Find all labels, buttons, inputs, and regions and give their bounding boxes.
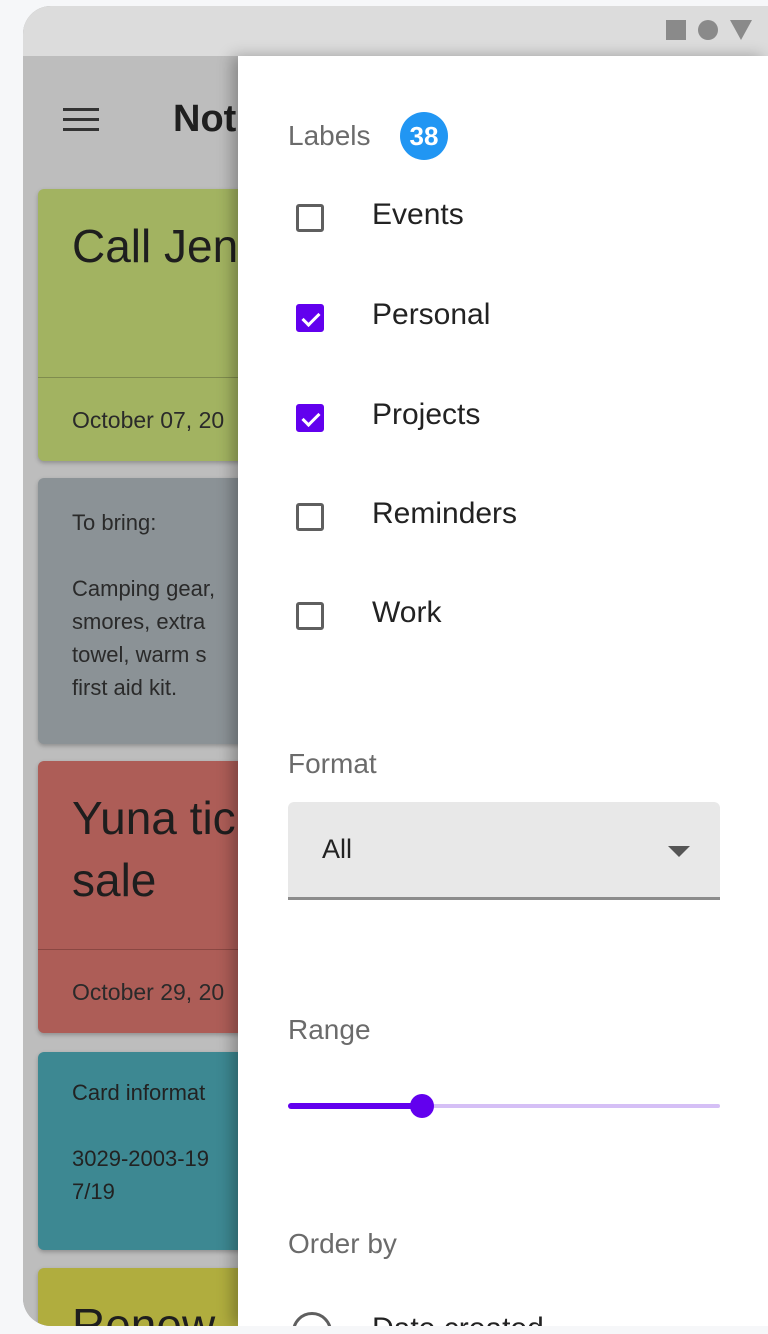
label-option-text: Events xyxy=(372,198,464,231)
format-select-value: All xyxy=(322,834,353,864)
checkbox[interactable] xyxy=(296,503,324,531)
checkbox[interactable] xyxy=(296,404,324,432)
labels-heading: Labels xyxy=(288,120,371,151)
label-option-reminders[interactable]: Reminders xyxy=(288,491,708,551)
slider-thumb[interactable] xyxy=(409,1094,434,1118)
note-date: October 07, 20 xyxy=(72,407,225,433)
order-option-date-created[interactable]: Date created xyxy=(288,1298,708,1326)
label-option-personal[interactable]: Personal xyxy=(288,292,708,352)
checkbox[interactable] xyxy=(296,304,324,332)
label-option-text: Reminders xyxy=(372,497,518,530)
range-slider[interactable] xyxy=(288,1086,720,1126)
status-bar xyxy=(23,6,768,56)
checkbox[interactable] xyxy=(296,204,324,232)
format-heading: Format xyxy=(288,748,377,779)
note-title: Renew xyxy=(72,1299,216,1326)
app-title: Not xyxy=(173,98,237,140)
dropdown-arrow-icon xyxy=(668,846,690,857)
filter-drawer: Labels 38 Events Personal Projects Remin… xyxy=(238,56,768,1326)
checkbox[interactable] xyxy=(296,602,324,630)
triangle-icon xyxy=(730,20,752,40)
circle-icon xyxy=(698,20,718,40)
labels-count-badge: 38 xyxy=(400,112,448,160)
label-option-text: Work xyxy=(372,596,442,629)
range-heading: Range xyxy=(288,1014,371,1045)
slider-track-fill xyxy=(288,1103,422,1109)
label-option-events[interactable]: Events xyxy=(288,192,708,252)
order-option-text: Date created xyxy=(372,1312,544,1326)
label-option-text: Projects xyxy=(372,398,481,431)
label-option-work[interactable]: Work xyxy=(288,590,708,650)
label-option-text: Personal xyxy=(372,298,491,331)
note-date: October 29, 20 xyxy=(72,979,225,1005)
device-screen: Not Call Jennife October 07, 20 To bring… xyxy=(23,6,768,1326)
label-option-projects[interactable]: Projects xyxy=(288,392,708,452)
stop-icon xyxy=(666,20,686,40)
format-select[interactable]: All xyxy=(288,802,720,900)
menu-icon[interactable] xyxy=(63,108,99,132)
order-by-heading: Order by xyxy=(288,1228,397,1259)
radio-button[interactable] xyxy=(292,1312,332,1326)
